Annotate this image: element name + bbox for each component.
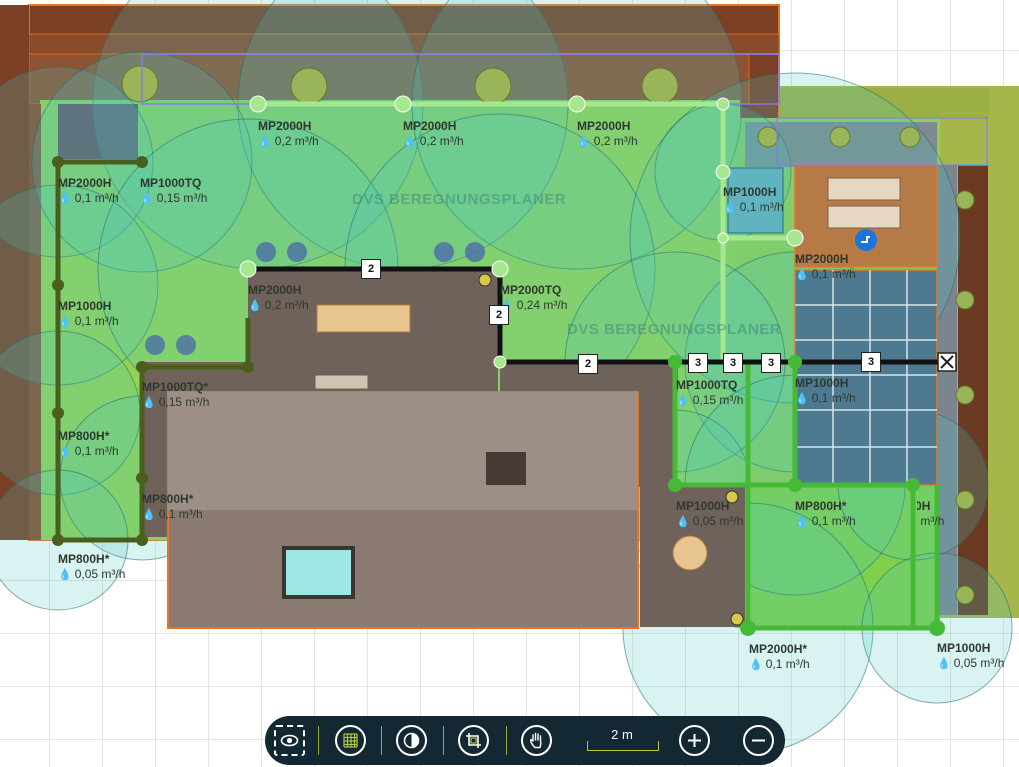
- planner-canvas[interactable]: DVS BEREGNUNGSPLANER DVS BEREGNUNGSPLANE…: [0, 0, 1019, 767]
- water-drop-icon: 💧: [58, 193, 72, 205]
- pipe-size-badge[interactable]: 3: [861, 352, 881, 372]
- sprinkler-label[interactable]: MP1000TQ* 💧 0,15 m³/h: [142, 380, 209, 411]
- water-drop-icon: 💧: [58, 569, 72, 581]
- toolbar-divider: [443, 726, 444, 755]
- crop-button[interactable]: [458, 725, 489, 756]
- sprinkler-label[interactable]: MP2000H 💧 0,2 m³/h: [258, 119, 319, 150]
- pipe-size-badge[interactable]: 2: [578, 354, 598, 374]
- sprinkler-label[interactable]: MP800H* 💧 0,1 m³/h: [795, 499, 856, 530]
- sprinkler-label[interactable]: MP2000H 💧 0,2 m³/h: [248, 283, 309, 314]
- water-drop-icon: 💧: [58, 446, 72, 458]
- water-drop-icon: 💧: [795, 269, 809, 281]
- sprinkler-label[interactable]: MP2000H 💧 0,2 m³/h: [577, 119, 638, 150]
- sprinkler-label[interactable]: MP800H* 💧 0,1 m³/h: [142, 492, 203, 523]
- toolbar-divider: [506, 726, 507, 755]
- water-drop-icon: 💧: [577, 136, 591, 148]
- sprinkler-label[interactable]: MP1000H 💧 0,1 m³/h: [58, 299, 119, 330]
- sprinkler-label[interactable]: MP2000H* 💧 0,1 m³/h: [749, 642, 810, 673]
- water-drop-icon: 💧: [937, 658, 951, 670]
- sprinkler-label[interactable]: MP1000TQ 💧 0,15 m³/h: [140, 176, 207, 207]
- watermark: DVS BEREGNUNGSPLANER: [567, 321, 782, 338]
- pipe-size-badge[interactable]: 3: [723, 353, 743, 373]
- sprinkler-label[interactable]: MP2000H 💧 0,2 m³/h: [403, 119, 464, 150]
- water-drop-icon: 💧: [795, 516, 809, 528]
- pipe-size-badge[interactable]: 3: [688, 353, 708, 373]
- grid-toggle-button[interactable]: [335, 725, 366, 756]
- sprinkler-label[interactable]: MP800H* 💧 0,1 m³/h: [58, 429, 119, 460]
- view-toolbar: 2 m: [265, 716, 785, 765]
- water-drop-icon: 💧: [723, 202, 737, 214]
- water-drop-icon: 💧: [676, 516, 690, 528]
- pipe-size-badge[interactable]: 2: [489, 305, 509, 325]
- water-drop-icon: 💧: [248, 300, 262, 312]
- scale-bar: [587, 741, 659, 751]
- sprinkler-label[interactable]: MP2000H 💧 0,1 m³/h: [795, 252, 856, 283]
- water-drop-icon: 💧: [258, 136, 272, 148]
- water-drop-icon: 💧: [795, 393, 809, 405]
- sprinkler-label[interactable]: MP800H* 💧 0,05 m³/h: [58, 552, 125, 583]
- water-drop-icon: 💧: [877, 516, 891, 528]
- sprinkler-label[interactable]: MP1000H 💧 0,05 m³/h: [877, 499, 944, 530]
- toolbar-divider: [318, 726, 319, 755]
- zoom-in-button[interactable]: [679, 725, 710, 756]
- sprinkler-label[interactable]: MP1000H 💧 0,1 m³/h: [795, 376, 856, 407]
- zoom-in-icon: [688, 734, 701, 747]
- zoom-out-button[interactable]: [743, 725, 774, 756]
- sprinkler-label[interactable]: MP2000TQ💧0,24 m³/h: [500, 283, 567, 314]
- water-drop-icon: 💧: [142, 509, 156, 521]
- pan-hand-icon: [530, 732, 542, 749]
- sprinkler-label[interactable]: MP1000H 💧 0,1 m³/h: [723, 185, 784, 216]
- watermark: DVS BEREGNUNGSPLANER: [352, 191, 567, 208]
- visibility-button[interactable]: [274, 725, 305, 756]
- water-drop-icon: 💧: [58, 316, 72, 328]
- sprinkler-label[interactable]: MP1000H 💧 0,05 m³/h: [676, 499, 743, 530]
- water-drop-icon: 💧: [142, 397, 156, 409]
- water-drop-icon: 💧: [403, 136, 417, 148]
- visibility-eye-icon: [280, 734, 299, 747]
- crop-icon: [466, 733, 481, 748]
- sprinkler-label[interactable]: MP1000TQ 💧 0,15 m³/h: [676, 378, 743, 409]
- sprinkler-label[interactable]: MP1000H 💧 0,05 m³/h: [937, 641, 1004, 672]
- zoom-out-icon: [752, 739, 765, 742]
- contrast-button[interactable]: [396, 725, 427, 756]
- pipe-size-badge[interactable]: 2: [361, 259, 381, 279]
- contrast-icon: [403, 732, 420, 749]
- water-drop-icon: 💧: [676, 395, 690, 407]
- pan-button[interactable]: [521, 725, 552, 756]
- grid-icon: [343, 733, 358, 748]
- water-drop-icon: 💧: [749, 659, 763, 671]
- toolbar-divider: [381, 726, 382, 755]
- scale-label: 2 m: [611, 727, 633, 742]
- water-drop-icon: 💧: [140, 193, 154, 205]
- sprinkler-label[interactable]: MP2000H 💧 0,1 m³/h: [58, 176, 119, 207]
- pipe-size-badge[interactable]: 3: [761, 353, 781, 373]
